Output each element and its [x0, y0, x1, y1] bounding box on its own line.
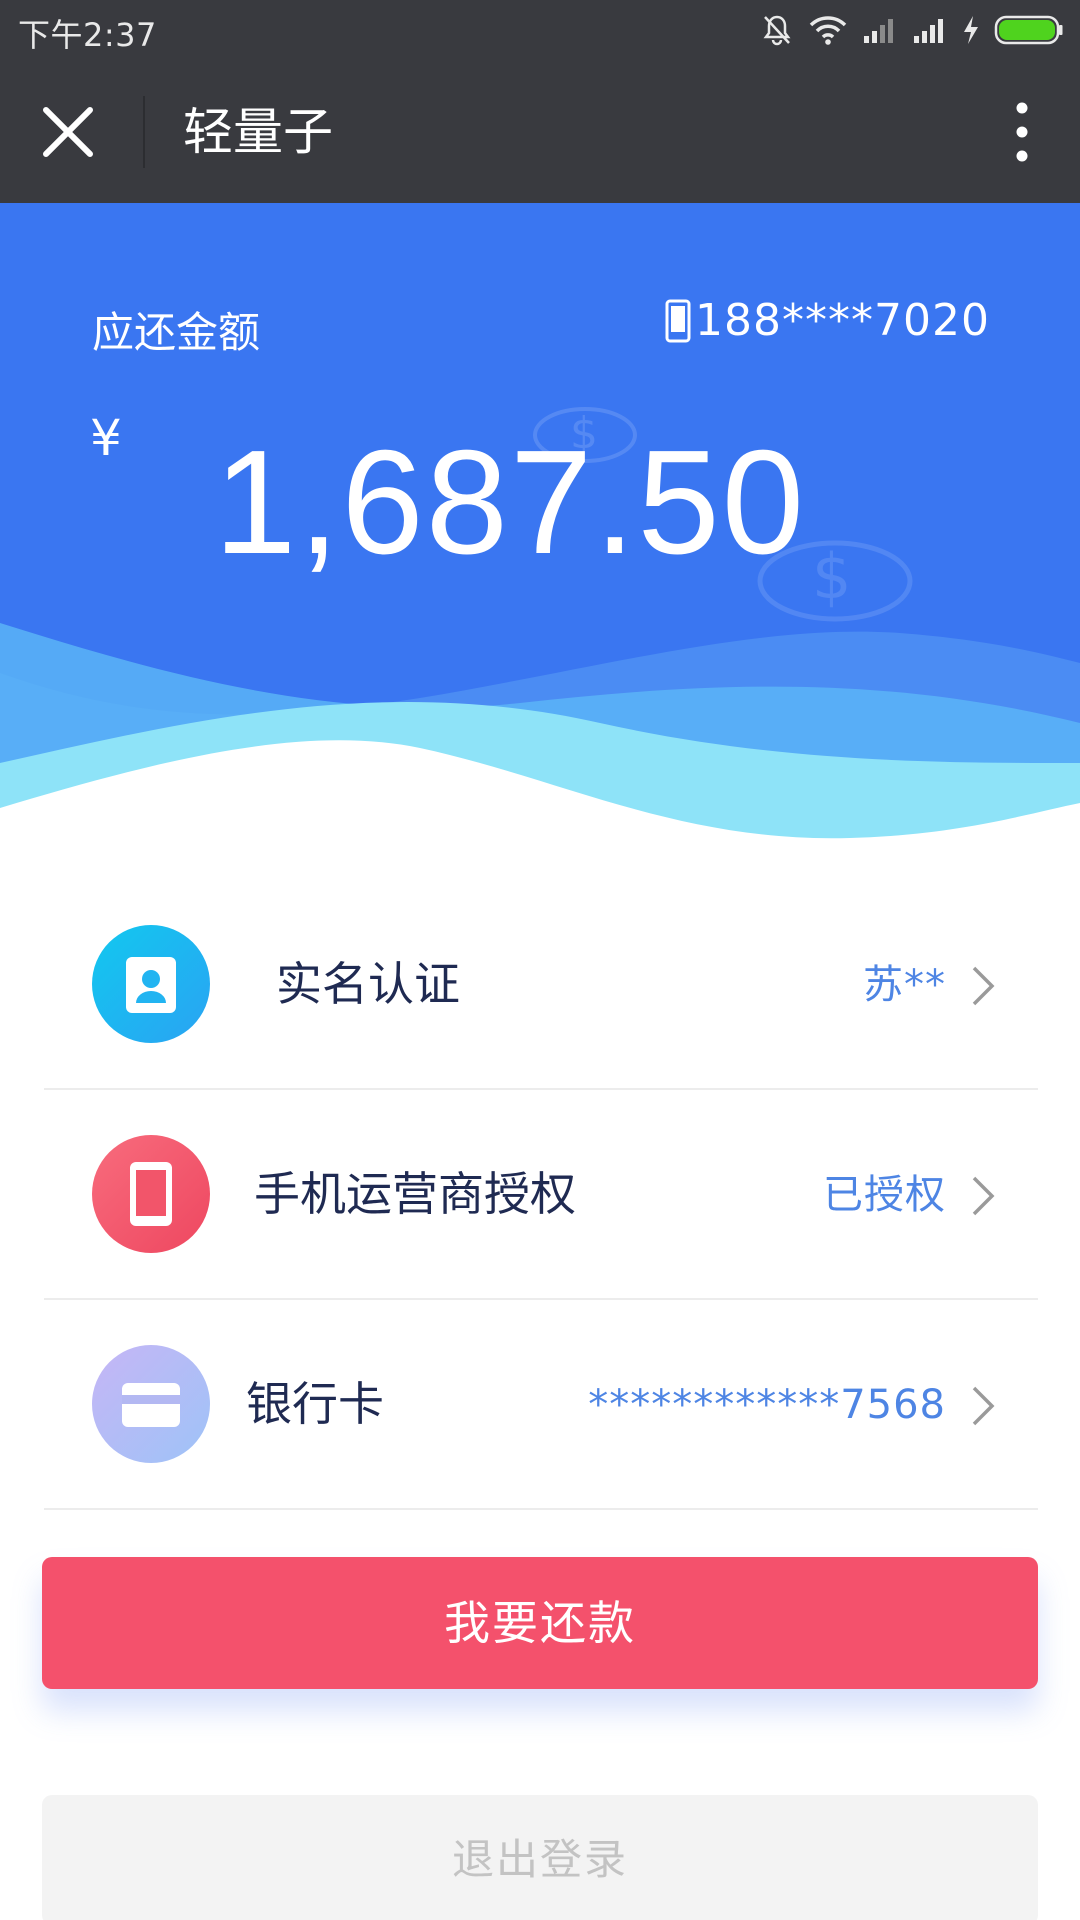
chevron-right-icon: [972, 1176, 995, 1216]
list-item-real-name[interactable]: 实名认证 苏**: [44, 880, 1038, 1090]
signal-icon: [864, 19, 893, 43]
chevron-right-icon: [972, 1386, 995, 1426]
list-item-value: ************7568: [588, 1382, 946, 1428]
list-item-value: 已授权: [823, 1172, 946, 1218]
nav-bar: 轻量子: [0, 60, 1080, 203]
repay-button[interactable]: 我要还款: [42, 1557, 1038, 1689]
list-item-carrier-auth[interactable]: 手机运营商授权 已授权: [44, 1090, 1038, 1300]
status-icons: [760, 12, 1064, 48]
list-item-label: 银行卡: [246, 1377, 384, 1431]
phone-number: 188****7020: [695, 295, 990, 346]
bell-muted-icon: [763, 15, 791, 46]
page-title: 轻量子: [183, 103, 333, 161]
more-vertical-icon[interactable]: [1002, 100, 1042, 164]
screen: 下午2:37 轻量子 $ $ 应还金额 188****7020 ¥ 1,687.…: [0, 0, 1080, 1920]
phone-icon: [665, 299, 691, 342]
info-list: 实名认证 苏** 手机运营商授权 已授权 银行卡 ************756…: [44, 880, 1038, 1510]
list-item-label: 实名认证: [276, 957, 460, 1011]
chevron-right-icon: [972, 966, 995, 1006]
charging-icon: [964, 16, 978, 44]
list-item-bank-card[interactable]: 银行卡 ************7568: [44, 1300, 1038, 1510]
phone-info: 188****7020: [665, 295, 990, 346]
status-bar: 下午2:37: [0, 0, 1080, 60]
nav-divider: [143, 96, 145, 168]
amount-label: 应还金额: [92, 308, 261, 357]
logout-button[interactable]: 退出登录: [42, 1795, 1038, 1920]
id-card-icon: [92, 925, 210, 1043]
list-item-label: 手机运营商授权: [254, 1167, 576, 1221]
close-icon[interactable]: [38, 102, 98, 162]
list-item-value: 苏**: [863, 962, 946, 1008]
wifi-icon: [809, 16, 847, 45]
signal-icon: [914, 19, 943, 43]
status-time: 下午2:37: [18, 16, 157, 54]
amount-due: 1,687.50: [213, 420, 807, 585]
mobile-phone-icon: [92, 1135, 210, 1253]
bank-card-icon: [92, 1345, 210, 1463]
battery-icon: [994, 15, 1063, 45]
amount-banner: $ $ 应还金额 188****7020 ¥ 1,687.50: [0, 203, 1080, 853]
